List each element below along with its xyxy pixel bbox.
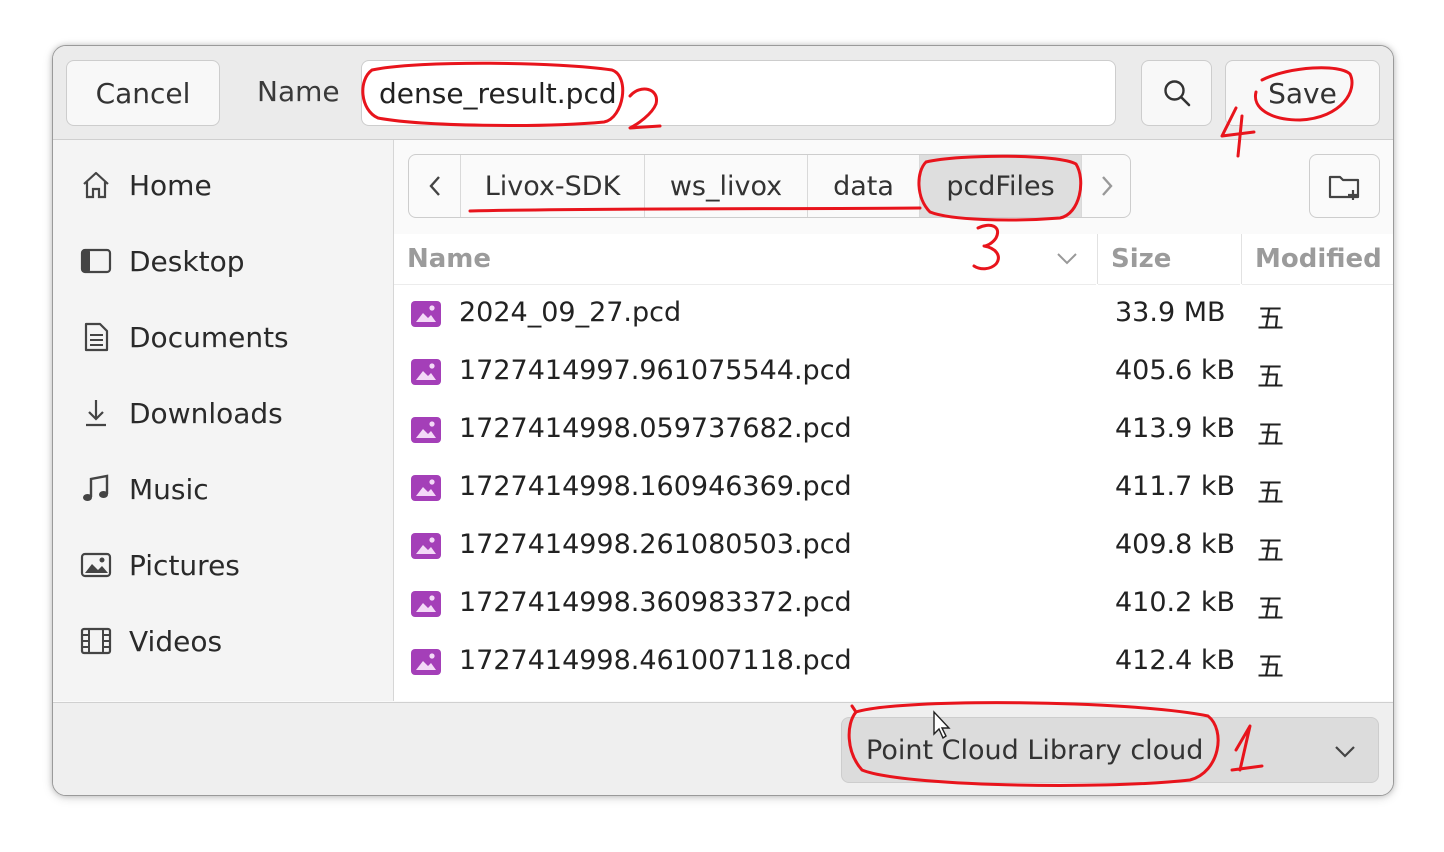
home-icon [80, 169, 112, 201]
file-size: 411.7 kB [1115, 471, 1236, 502]
save-file-dialog: Cancel Name dense_result.pcd Save Home D… [52, 45, 1394, 796]
image-file-icon [411, 359, 441, 385]
file-row[interactable]: 1727414998.360983372.pcd 410.2 kB 五 [394, 576, 1393, 634]
sidebar-item-label: Pictures [129, 548, 240, 582]
document-icon [80, 321, 112, 353]
column-header-modified[interactable]: Modified [1242, 234, 1393, 285]
places-sidebar: Home Desktop Documents Downloads Music P… [53, 140, 394, 701]
file-row[interactable]: 1727414998.461007118.pcd 412.4 kB 五 [394, 634, 1393, 692]
image-file-icon [411, 533, 441, 559]
sidebar-item-music[interactable]: Music [53, 459, 393, 519]
file-size: 413.9 kB [1115, 413, 1236, 444]
header-bar: Cancel Name dense_result.pcd Save [53, 46, 1393, 140]
new-folder-button[interactable] [1309, 154, 1380, 218]
chevron-right-icon [1102, 176, 1113, 196]
file-modified: 五 [1257, 420, 1284, 451]
chevron-left-icon [428, 176, 440, 196]
bottom-bar: Point Cloud Library cloud [53, 702, 1393, 795]
music-icon [80, 473, 112, 505]
file-modified: 五 [1257, 652, 1284, 683]
picture-icon [80, 549, 112, 581]
desktop-icon [80, 245, 112, 277]
file-row[interactable]: 1727414998.160946369.pcd 411.7 kB 五 [394, 460, 1393, 518]
filename-input[interactable]: dense_result.pcd [361, 60, 1116, 126]
download-icon [80, 397, 112, 429]
new-folder-icon [1328, 175, 1359, 200]
column-header-name-label: Name [407, 244, 492, 274]
file-type-filter-value: Point Cloud Library cloud [866, 734, 1204, 766]
file-modified: 五 [1257, 594, 1284, 625]
file-row[interactable]: 2024_09_27.pcd 33.9 MB 五 [394, 286, 1393, 344]
filename-value: dense_result.pcd [379, 76, 617, 110]
file-type-filter-select[interactable]: Point Cloud Library cloud [841, 717, 1379, 783]
sidebar-item-label: Home [129, 168, 212, 202]
file-name: 2024_09_27.pcd [459, 297, 682, 328]
path-forward-button[interactable] [1082, 155, 1130, 217]
file-size: 409.8 kB [1115, 529, 1236, 560]
search-icon [1163, 80, 1190, 107]
path-segment-ws-livox[interactable]: ws_livox [645, 155, 808, 217]
sidebar-item-home[interactable]: Home [53, 155, 393, 215]
image-file-icon [411, 417, 441, 443]
file-name: 1727414998.059737682.pcd [459, 413, 852, 444]
file-size: 405.6 kB [1115, 355, 1236, 386]
path-segment-data[interactable]: data [808, 155, 920, 217]
sidebar-item-downloads[interactable]: Downloads [53, 383, 393, 443]
file-size: 412.4 kB [1115, 645, 1236, 676]
sidebar-item-label: Videos [129, 624, 223, 658]
path-segment-pcdfiles[interactable]: pcdFiles [920, 155, 1082, 217]
save-button[interactable]: Save [1225, 60, 1380, 126]
column-header-name[interactable]: Name [394, 234, 1096, 285]
file-modified: 五 [1257, 478, 1284, 509]
search-button[interactable] [1141, 60, 1212, 126]
sidebar-item-desktop[interactable]: Desktop [53, 231, 393, 291]
file-size: 33.9 MB [1115, 297, 1226, 328]
cancel-button[interactable]: Cancel [66, 60, 220, 126]
video-icon [80, 625, 112, 657]
file-row[interactable]: 1727414998.261080503.pcd 409.8 kB 五 [394, 518, 1393, 576]
sidebar-item-label: Downloads [129, 396, 283, 430]
sidebar-item-documents[interactable]: Documents [53, 307, 393, 367]
column-header-size-label: Size [1111, 244, 1172, 274]
file-name: 1727414998.461007118.pcd [459, 645, 852, 676]
sidebar-item-label: Documents [129, 320, 289, 354]
file-list: Name Size Modified 2024_09_27.pcd 33.9 M… [394, 234, 1393, 701]
sort-chevron-down-icon [1057, 253, 1077, 265]
file-name: 1727414998.160946369.pcd [459, 471, 852, 502]
image-file-icon [411, 591, 441, 617]
column-header-modified-label: Modified [1255, 244, 1382, 274]
sidebar-item-label: Music [129, 472, 209, 506]
chevron-down-icon [1335, 746, 1355, 758]
file-modified: 五 [1257, 362, 1284, 393]
file-row[interactable]: 1727414997.961075544.pcd 405.6 kB 五 [394, 344, 1393, 402]
sidebar-item-label: Desktop [129, 244, 245, 278]
file-name: 1727414997.961075544.pcd [459, 355, 852, 386]
file-modified: 五 [1257, 536, 1284, 567]
file-size: 410.2 kB [1115, 587, 1236, 618]
sidebar-item-pictures[interactable]: Pictures [53, 535, 393, 595]
sidebar-item-videos[interactable]: Videos [53, 611, 393, 671]
path-bar: Livox-SDK ws_livox data pcdFiles [408, 154, 1131, 218]
name-label: Name [257, 75, 340, 108]
file-name: 1727414998.261080503.pcd [459, 529, 852, 560]
image-file-icon [411, 475, 441, 501]
image-file-icon [411, 301, 441, 327]
file-row[interactable]: 1727414998.059737682.pcd 413.9 kB 五 [394, 402, 1393, 460]
path-segment-livox-sdk[interactable]: Livox-SDK [461, 155, 645, 217]
file-modified: 五 [1257, 304, 1284, 335]
file-name: 1727414998.360983372.pcd [459, 587, 852, 618]
image-file-icon [411, 649, 441, 675]
column-header-size[interactable]: Size [1098, 234, 1240, 285]
path-back-button[interactable] [409, 155, 461, 217]
